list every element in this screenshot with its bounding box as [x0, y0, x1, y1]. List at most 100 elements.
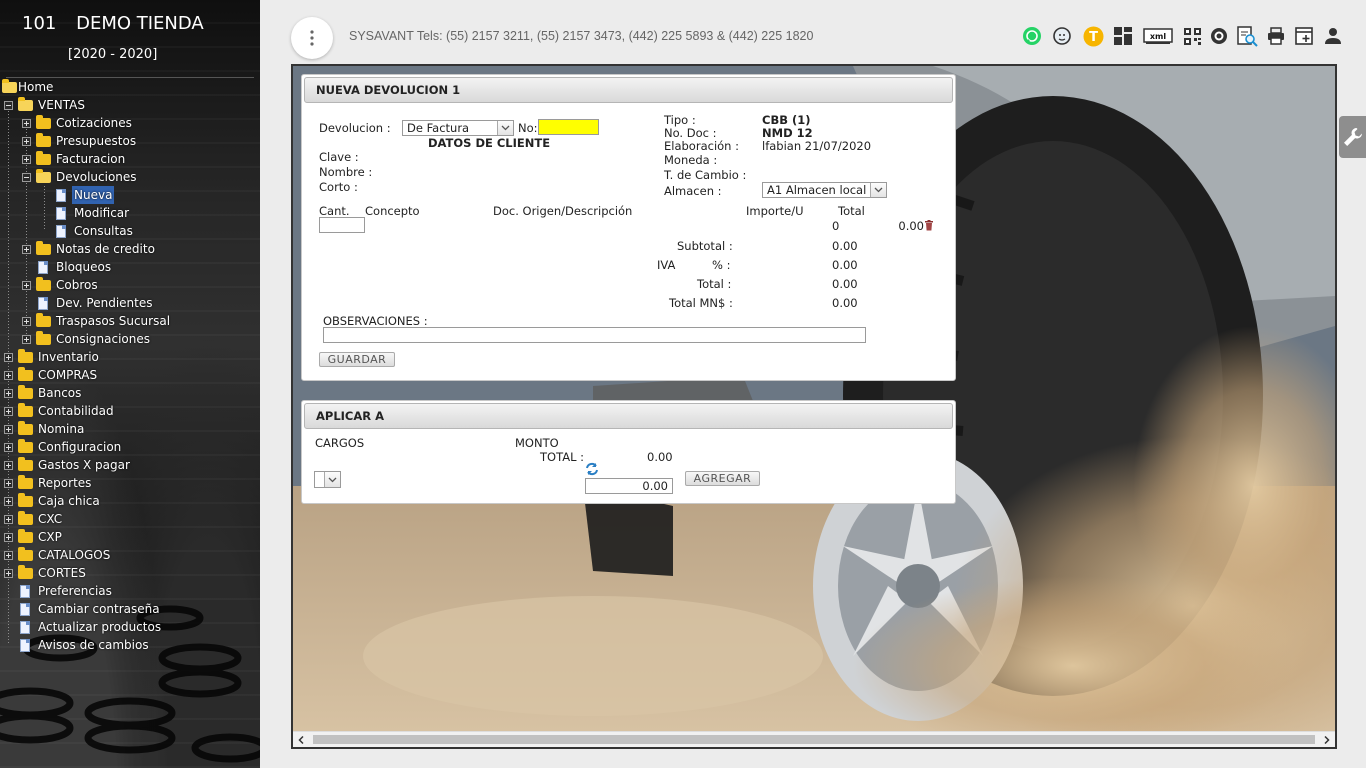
print-icon[interactable]	[1265, 25, 1287, 47]
new-window-icon[interactable]	[1293, 25, 1315, 47]
expand-icon[interactable]	[4, 497, 13, 506]
chevron-down-icon	[870, 183, 886, 197]
tree-item[interactable]: Reportes	[0, 474, 260, 492]
tipo-label: Tipo :	[664, 113, 696, 127]
t-badge-icon[interactable]: T	[1082, 25, 1104, 47]
whatsapp-icon[interactable]	[1021, 25, 1043, 47]
tree-item[interactable]: Modificar	[0, 204, 260, 222]
scroll-left-icon[interactable]	[298, 736, 304, 744]
store-number: 101	[22, 13, 57, 34]
expand-icon[interactable]	[4, 515, 13, 524]
collapse-icon[interactable]	[22, 173, 31, 182]
total-mn-label: Total MN$ :	[669, 296, 733, 310]
tree-item[interactable]: CATALOGOS	[0, 546, 260, 564]
settings-circle-icon[interactable]	[1208, 25, 1230, 47]
folder-open-icon	[2, 79, 17, 93]
tree-item-label: Traspasos Sucursal	[56, 314, 171, 328]
tree-item[interactable]: VENTAS	[0, 96, 260, 114]
tree-item[interactable]: Consultas	[0, 222, 260, 240]
expand-icon[interactable]	[4, 443, 13, 452]
expand-icon[interactable]	[22, 335, 31, 344]
iva-percent-label: % :	[712, 258, 731, 272]
expand-icon[interactable]	[4, 569, 13, 578]
expand-icon[interactable]	[22, 119, 31, 128]
guardar-button[interactable]: GUARDAR	[319, 352, 395, 367]
expand-icon[interactable]	[22, 137, 31, 146]
contact-info: SYSAVANT Tels: (55) 2157 3211, (55) 2157…	[349, 29, 814, 43]
monto-input[interactable]: 0.00	[585, 478, 673, 494]
tree-item[interactable]: Caja chica	[0, 492, 260, 510]
importe-column-header: Importe/U	[746, 204, 804, 218]
expand-icon[interactable]	[4, 425, 13, 434]
tree-item[interactable]: Traspasos Sucursal	[0, 312, 260, 330]
tools-tab[interactable]	[1339, 116, 1366, 158]
folder-icon	[18, 475, 33, 489]
tree-item[interactable]: Notas de credito	[0, 240, 260, 258]
dashboard-icon[interactable]	[1112, 25, 1134, 47]
expand-icon[interactable]	[22, 245, 31, 254]
expand-icon[interactable]	[4, 353, 13, 362]
tree-item[interactable]: Home	[0, 78, 260, 96]
observaciones-input[interactable]	[323, 327, 866, 343]
scroll-right-icon[interactable]	[1324, 736, 1330, 744]
tree-item[interactable]: Dev. Pendientes	[0, 294, 260, 312]
cantidad-input[interactable]	[319, 217, 365, 233]
folder-icon	[18, 565, 33, 579]
scrollbar-thumb[interactable]	[313, 735, 1315, 744]
delete-row-button[interactable]	[924, 220, 934, 234]
tree-item[interactable]: Configuracion	[0, 438, 260, 456]
expand-icon[interactable]	[4, 533, 13, 542]
expand-icon[interactable]	[4, 371, 13, 380]
expand-icon[interactable]	[4, 389, 13, 398]
devolucion-type-select[interactable]: De Factura	[402, 120, 514, 136]
tree-item[interactable]: Facturacion	[0, 150, 260, 168]
support-agent-icon[interactable]	[1051, 25, 1073, 47]
tree-item[interactable]: Avisos de cambios	[0, 636, 260, 654]
tree-item[interactable]: Cambiar contraseña	[0, 600, 260, 618]
horizontal-scrollbar[interactable]	[293, 731, 1335, 747]
expand-icon[interactable]	[4, 551, 13, 560]
tree-item[interactable]: Preferencias	[0, 582, 260, 600]
qr-code-icon[interactable]	[1181, 25, 1203, 47]
almacen-select[interactable]: A1 Almacen local	[762, 182, 887, 198]
tree-item[interactable]: Gastos X pagar	[0, 456, 260, 474]
document-number-input[interactable]	[538, 119, 599, 135]
expand-icon[interactable]	[22, 281, 31, 290]
expand-icon[interactable]	[4, 479, 13, 488]
expand-icon[interactable]	[4, 407, 13, 416]
document-search-icon[interactable]	[1236, 25, 1258, 47]
tree-item[interactable]: Consignaciones	[0, 330, 260, 348]
tree-item[interactable]: CXC	[0, 510, 260, 528]
tree-item-label: CATALOGOS	[38, 548, 111, 562]
expand-icon[interactable]	[22, 155, 31, 164]
tree-item-label: Reportes	[38, 476, 92, 490]
tree-item[interactable]: CXP	[0, 528, 260, 546]
tree-item[interactable]: Bloqueos	[0, 258, 260, 276]
tree-item[interactable]: Contabilidad	[0, 402, 260, 420]
tree-item-label: Presupuestos	[56, 134, 137, 148]
tree-item[interactable]: Inventario	[0, 348, 260, 366]
expand-icon[interactable]	[22, 317, 31, 326]
tree-item[interactable]: Nueva	[0, 186, 260, 204]
xml-icon[interactable]: xml	[1142, 25, 1174, 47]
refresh-button[interactable]	[585, 462, 599, 479]
tree-item[interactable]: Nomina	[0, 420, 260, 438]
tree-item[interactable]: COMPRAS	[0, 366, 260, 384]
tree-item-label: CXC	[38, 512, 63, 526]
user-icon[interactable]	[1322, 25, 1344, 47]
expand-icon[interactable]	[4, 461, 13, 470]
menu-button[interactable]	[291, 17, 333, 59]
tree-item[interactable]: CORTES	[0, 564, 260, 582]
tree-item[interactable]: Cobros	[0, 276, 260, 294]
tree-item[interactable]: Actualizar productos	[0, 618, 260, 636]
tree-item[interactable]: Cotizaciones	[0, 114, 260, 132]
tree-item[interactable]: Presupuestos	[0, 132, 260, 150]
agregar-button[interactable]: AGREGAR	[685, 471, 760, 486]
tree-item[interactable]: Devoluciones	[0, 168, 260, 186]
collapse-icon[interactable]	[4, 101, 13, 110]
folder-open-icon	[36, 169, 51, 183]
tree-item[interactable]: Bancos	[0, 384, 260, 402]
almacen-label: Almacen :	[664, 184, 722, 198]
subtotal-label: Subtotal :	[677, 239, 733, 253]
cargos-select[interactable]	[314, 471, 341, 488]
